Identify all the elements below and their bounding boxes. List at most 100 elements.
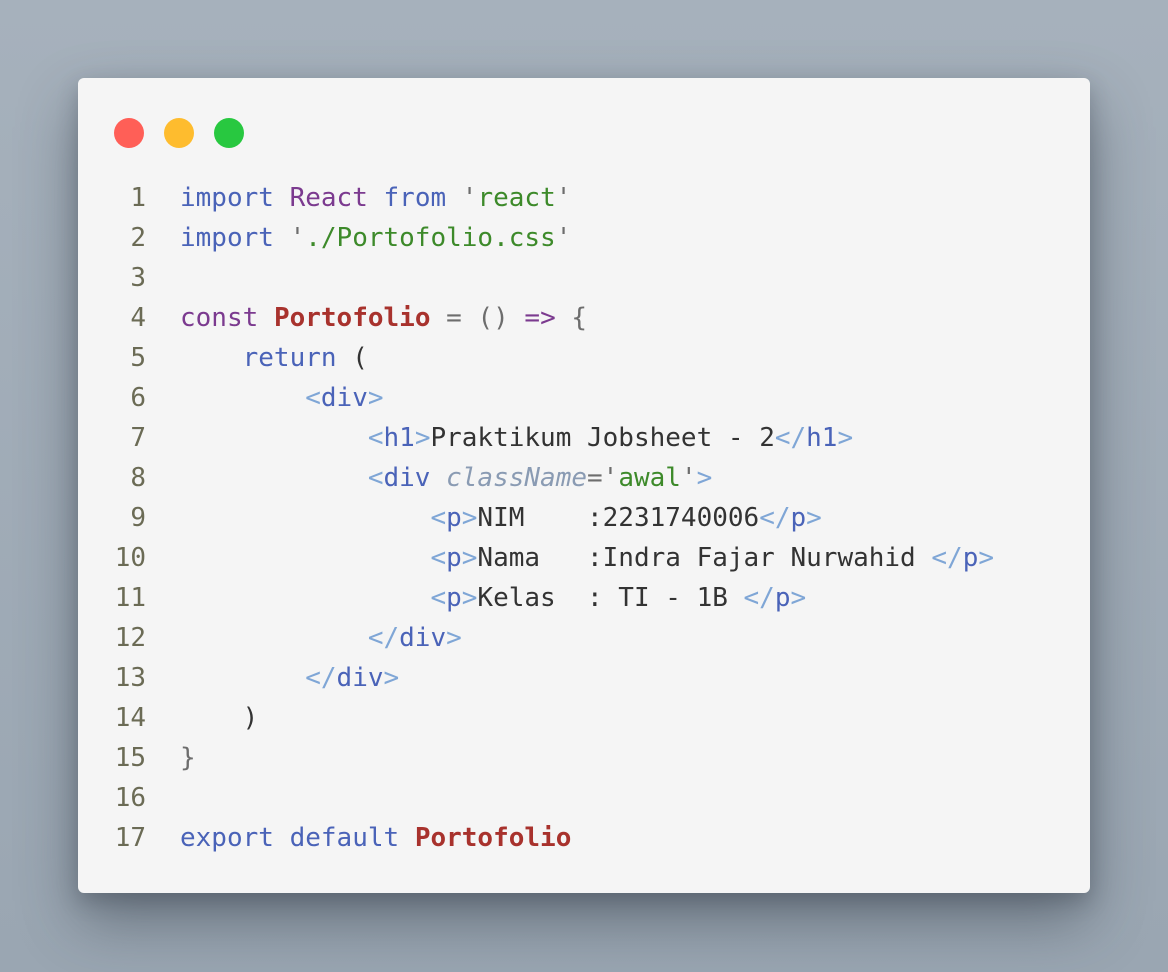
line-content: </div>	[146, 658, 399, 698]
code-token: Portofolio	[273, 303, 431, 333]
line-content	[146, 258, 180, 298]
code-token: '	[555, 183, 572, 213]
window-controls	[114, 118, 244, 148]
code-token: Kelas : TI - 1B	[477, 583, 744, 613]
code-token: div	[383, 463, 431, 493]
code-line: 14 )	[78, 698, 994, 738]
code-token: div	[336, 663, 384, 693]
code-line: 17 export default Portofolio	[78, 818, 994, 858]
line-number: 16	[114, 783, 146, 813]
code-token: Praktikum Jobsheet - 2	[430, 423, 775, 453]
code-line: 16	[78, 778, 994, 818]
code-token: >	[461, 543, 478, 573]
line-number: 10	[114, 543, 146, 573]
code-line: 7 <h1>Praktikum Jobsheet - 2</h1>	[78, 418, 994, 458]
code-token: </	[305, 663, 337, 693]
line-number: 17	[114, 823, 146, 853]
line-content: <p>NIM :2231740006</p>	[146, 498, 821, 538]
line-content: <div>	[146, 378, 384, 418]
code-token: '	[289, 223, 306, 253]
code-token: </	[367, 623, 400, 653]
line-content: }	[146, 738, 196, 778]
line-number: 9	[130, 503, 146, 533]
line-number: 4	[130, 303, 146, 333]
code-token: import	[180, 183, 274, 213]
code-token: =	[587, 463, 603, 493]
code-token: =	[446, 303, 462, 333]
code-line: 11 <p>Kelas : TI - 1B </p>	[78, 578, 994, 618]
code-token: >	[790, 583, 807, 613]
code-token: default	[289, 823, 400, 853]
code-token: div	[399, 623, 447, 653]
code-line: 6 <div>	[78, 378, 994, 418]
line-number: 11	[114, 583, 146, 613]
minimize-button[interactable]	[164, 118, 194, 148]
line-number: 6	[130, 383, 146, 413]
maximize-button[interactable]	[214, 118, 244, 148]
code-token: '	[602, 463, 619, 493]
code-token: </	[931, 543, 963, 573]
code-line: 5 return (	[78, 338, 994, 378]
line-number: 14	[114, 703, 146, 733]
code-token: className	[446, 463, 588, 493]
code-token: p	[446, 503, 462, 533]
code-token: {	[571, 303, 588, 333]
code-token: p	[790, 503, 807, 533]
line-content: <h1>Praktikum Jobsheet - 2</h1>	[146, 418, 853, 458]
code-token: p	[774, 583, 791, 613]
code-line: 12 </div>	[78, 618, 994, 658]
line-number: 8	[130, 463, 146, 493]
line-content: <p>Kelas : TI - 1B </p>	[146, 578, 806, 618]
code-line: 9 <p>NIM :2231740006</p>	[78, 498, 994, 538]
line-content: import './Portofolio.css'	[146, 218, 571, 258]
code-line: 10 <p>Nama :Indra Fajar Nurwahid </p>	[78, 538, 994, 578]
line-number: 15	[114, 743, 146, 773]
code-token: Portofolio	[414, 823, 572, 853]
code-token: from	[383, 183, 447, 213]
code-token: p	[446, 583, 462, 613]
code-token: </	[759, 503, 791, 533]
code-token: React	[289, 183, 368, 213]
code-token: >	[367, 383, 384, 413]
close-button[interactable]	[114, 118, 144, 148]
code-token: <	[430, 543, 447, 573]
line-number: 13	[114, 663, 146, 693]
code-token: </	[743, 583, 775, 613]
code-token: <	[305, 383, 321, 413]
code-token: import	[180, 223, 274, 253]
code-token: '	[555, 223, 572, 253]
code-token: '	[680, 463, 697, 493]
code-token: <	[367, 423, 384, 453]
code-token: <	[430, 583, 447, 613]
code-line: 8 <div className='awal'>	[78, 458, 994, 498]
code-token: >	[461, 503, 478, 533]
code-block: 1 import React from 'react' 2 import './Por…	[78, 178, 994, 858]
code-token: '	[461, 183, 478, 213]
line-content: </div>	[146, 618, 462, 658]
code-token: awal	[618, 463, 681, 493]
code-token: (	[352, 343, 368, 373]
line-number: 5	[130, 343, 146, 373]
code-token: export	[180, 823, 274, 853]
code-token: react	[477, 183, 556, 213]
code-token: ()	[477, 303, 509, 333]
code-token: >	[446, 623, 462, 653]
code-token: </	[774, 423, 807, 453]
code-token: <	[430, 503, 447, 533]
